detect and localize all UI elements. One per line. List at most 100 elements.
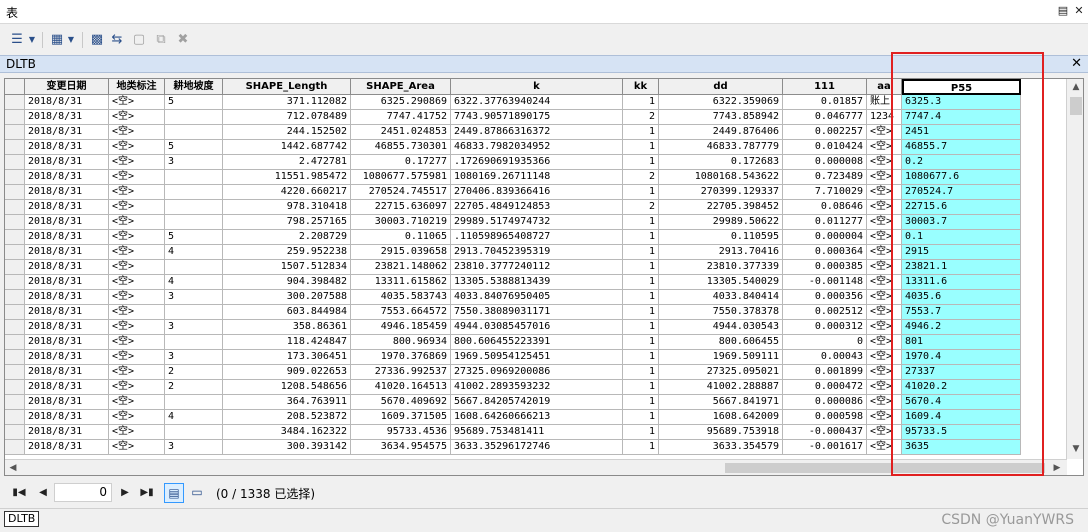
table-cell[interactable]: <空> bbox=[867, 440, 902, 455]
table-cell[interactable]: 1609.4 bbox=[902, 410, 1021, 425]
table-cell[interactable] bbox=[165, 335, 223, 350]
table-cell[interactable]: <空> bbox=[867, 245, 902, 260]
column-header[interactable]: 111 bbox=[783, 79, 867, 95]
table-cell[interactable]: 1080677.575981 bbox=[351, 170, 451, 185]
table-cell[interactable]: 29989.50622 bbox=[659, 215, 783, 230]
table-cell[interactable]: 0.17277 bbox=[351, 155, 451, 170]
table-cell[interactable]: 27325.0969200086 bbox=[451, 365, 623, 380]
table-cell[interactable]: 2018/8/31 bbox=[25, 170, 109, 185]
table-cell[interactable]: 23821.148062 bbox=[351, 260, 451, 275]
table-cell[interactable]: 173.306451 bbox=[223, 350, 351, 365]
current-record-input[interactable]: 0 bbox=[54, 483, 112, 502]
table-cell[interactable]: 30003.710219 bbox=[351, 215, 451, 230]
table-cell[interactable]: 0.002512 bbox=[783, 305, 867, 320]
table-cell[interactable]: <空> bbox=[109, 245, 165, 260]
table-cell[interactable]: 603.844984 bbox=[223, 305, 351, 320]
table-cell[interactable]: 0.01857 bbox=[783, 95, 867, 110]
table-cell[interactable]: 6325.3 bbox=[902, 95, 1021, 110]
table-row[interactable]: 2018/8/31 <空> 4220.660217 270524.745517 2704… bbox=[5, 185, 1083, 200]
table-cell[interactable]: 1 bbox=[623, 230, 659, 245]
column-header[interactable]: 变更日期 bbox=[25, 79, 109, 95]
table-cell[interactable]: 0.002257 bbox=[783, 125, 867, 140]
table-cell[interactable]: 800.606455 bbox=[659, 335, 783, 350]
table-cell[interactable]: 2913.70416 bbox=[659, 245, 783, 260]
table-cell[interactable]: 0.001899 bbox=[783, 365, 867, 380]
table-cell[interactable]: 0.08646 bbox=[783, 200, 867, 215]
table-cell[interactable]: 270406.839366416 bbox=[451, 185, 623, 200]
table-cell[interactable]: 1 bbox=[623, 275, 659, 290]
table-cell[interactable]: 22705.4849124853 bbox=[451, 200, 623, 215]
table-cell[interactable]: 4 bbox=[165, 245, 223, 260]
scroll-right-icon[interactable]: ▶ bbox=[1049, 460, 1065, 475]
scroll-up-icon[interactable]: ▲ bbox=[1067, 79, 1083, 95]
table-cell[interactable]: 0.000086 bbox=[783, 395, 867, 410]
table-cell[interactable]: 712.078489 bbox=[223, 110, 351, 125]
table-cell[interactable]: 2018/8/31 bbox=[25, 350, 109, 365]
table-cell[interactable]: 4035.583743 bbox=[351, 290, 451, 305]
table-cell[interactable]: 1 bbox=[623, 260, 659, 275]
table-cell[interactable]: 904.398482 bbox=[223, 275, 351, 290]
table-options-icon[interactable]: ☰ bbox=[8, 31, 26, 49]
table-cell[interactable]: -0.000437 bbox=[783, 425, 867, 440]
table-cell[interactable]: 41002.288887 bbox=[659, 380, 783, 395]
table-cell[interactable]: 2018/8/31 bbox=[25, 215, 109, 230]
table-cell[interactable]: 2018/8/31 bbox=[25, 305, 109, 320]
first-record-icon[interactable]: ▮◀ bbox=[12, 485, 26, 501]
table-cell[interactable]: 801 bbox=[902, 335, 1021, 350]
row-selector[interactable] bbox=[5, 260, 25, 275]
table-cell[interactable]: 7.710029 bbox=[783, 185, 867, 200]
table-cell[interactable]: 7553.7 bbox=[902, 305, 1021, 320]
table-cell[interactable]: 6322.37763940244 bbox=[451, 95, 623, 110]
table-cell[interactable]: <空> bbox=[867, 200, 902, 215]
table-row[interactable]: 2018/8/31 <空> 3484.162322 95733.4536 95689.7… bbox=[5, 425, 1083, 440]
chevron-down-icon[interactable]: ▼ bbox=[66, 31, 76, 49]
table-cell[interactable]: <空> bbox=[109, 110, 165, 125]
table-cell[interactable]: 46833.7982034952 bbox=[451, 140, 623, 155]
table-cell[interactable]: 800.606455223391 bbox=[451, 335, 623, 350]
table-cell[interactable]: 7550.378378 bbox=[659, 305, 783, 320]
table-cell[interactable]: 22715.636097 bbox=[351, 200, 451, 215]
table-cell[interactable]: 1 bbox=[623, 155, 659, 170]
table-cell[interactable]: <空> bbox=[109, 185, 165, 200]
table-cell[interactable]: 0.000312 bbox=[783, 320, 867, 335]
scroll-left-icon[interactable]: ◀ bbox=[5, 460, 21, 475]
table-cell[interactable]: 46833.787779 bbox=[659, 140, 783, 155]
table-cell[interactable]: <空> bbox=[109, 200, 165, 215]
table-cell[interactable]: 1 bbox=[623, 380, 659, 395]
table-row[interactable]: 2018/8/31 <空> 118.424847 800.96934 800.60645… bbox=[5, 335, 1083, 350]
table-cell[interactable]: 23810.3777240112 bbox=[451, 260, 623, 275]
table-cell[interactable]: 1608.64260666213 bbox=[451, 410, 623, 425]
table-cell[interactable]: <空> bbox=[867, 395, 902, 410]
row-selector[interactable] bbox=[5, 425, 25, 440]
table-cell[interactable]: 3633.35296172746 bbox=[451, 440, 623, 455]
table-cell[interactable]: <空> bbox=[109, 410, 165, 425]
table-cell[interactable]: 3633.354579 bbox=[659, 440, 783, 455]
table-cell[interactable]: 364.763911 bbox=[223, 395, 351, 410]
table-cell[interactable]: 5 bbox=[165, 140, 223, 155]
table-cell[interactable]: 3635 bbox=[902, 440, 1021, 455]
table-cell[interactable]: 41002.2893593232 bbox=[451, 380, 623, 395]
table-cell[interactable]: 978.310418 bbox=[223, 200, 351, 215]
table-cell[interactable]: 1969.50954125451 bbox=[451, 350, 623, 365]
table-cell[interactable]: 1080677.6 bbox=[902, 170, 1021, 185]
table-cell[interactable]: <空> bbox=[867, 170, 902, 185]
table-cell[interactable]: 6322.359069 bbox=[659, 95, 783, 110]
show-selected-records-icon[interactable]: ▭ bbox=[187, 483, 207, 503]
table-cell[interactable]: -0.001148 bbox=[783, 275, 867, 290]
table-cell[interactable] bbox=[165, 305, 223, 320]
table-cell[interactable]: 2913.70452395319 bbox=[451, 245, 623, 260]
column-header[interactable]: k bbox=[451, 79, 623, 95]
row-selector[interactable] bbox=[5, 185, 25, 200]
table-cell[interactable]: 270524.7 bbox=[902, 185, 1021, 200]
table-cell[interactable]: 2449.876406 bbox=[659, 125, 783, 140]
table-cell[interactable]: <空> bbox=[109, 305, 165, 320]
table-cell[interactable]: 1 bbox=[623, 290, 659, 305]
table-row[interactable]: 2018/8/31 <空> 364.763911 5670.409692 5667.84… bbox=[5, 395, 1083, 410]
table-cell[interactable]: 2915 bbox=[902, 245, 1021, 260]
column-header[interactable]: kk bbox=[623, 79, 659, 95]
table-cell[interactable]: 118.424847 bbox=[223, 335, 351, 350]
pin-icon[interactable]: ▤ bbox=[1056, 4, 1070, 18]
table-cell[interactable]: 300.393142 bbox=[223, 440, 351, 455]
bottom-tab-dltb[interactable]: DLTB bbox=[4, 511, 40, 527]
table-cell[interactable]: <空> bbox=[867, 410, 902, 425]
